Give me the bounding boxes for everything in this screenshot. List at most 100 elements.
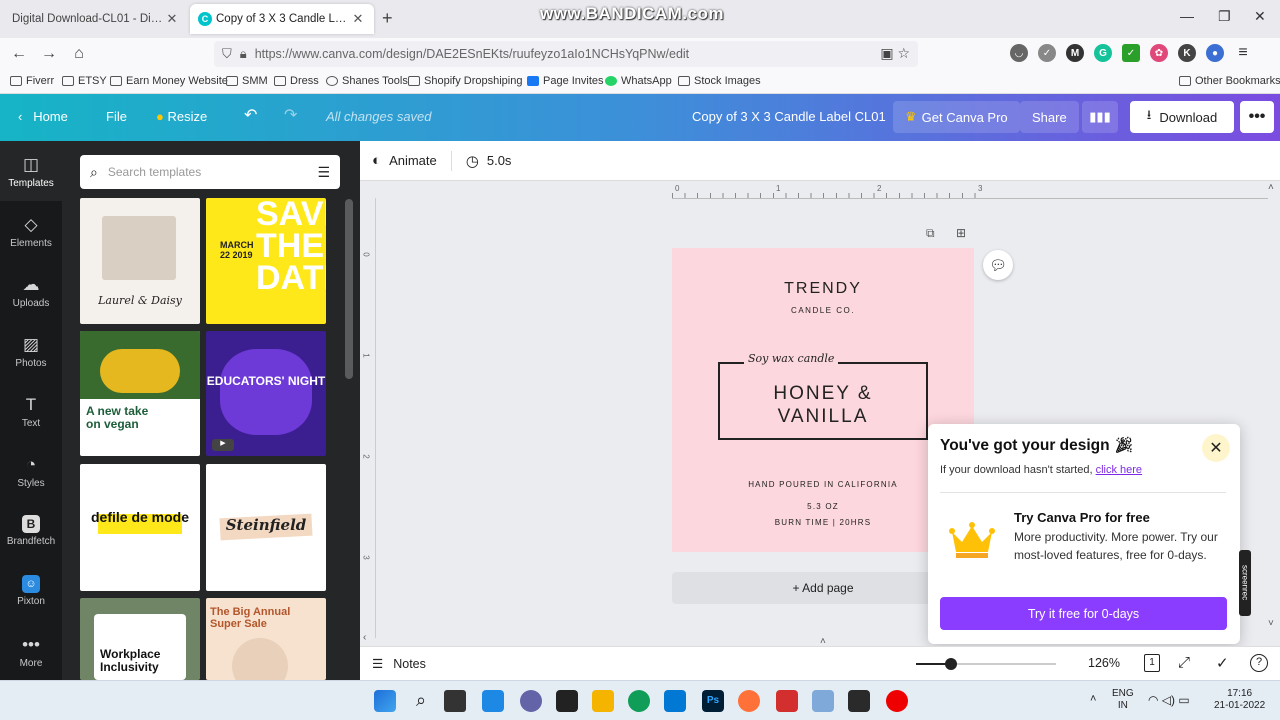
sidebar-item-photos[interactable]: ▨ Photos bbox=[0, 335, 62, 369]
home-icon[interactable]: ⌂ bbox=[64, 45, 94, 63]
m-extension-icon[interactable]: M bbox=[1066, 44, 1084, 62]
add-page-icon[interactable]: ⊞ bbox=[956, 226, 966, 240]
search-icon[interactable]: ⌕ bbox=[410, 690, 432, 712]
bookmark-stock-images[interactable]: Stock Images bbox=[678, 75, 761, 87]
resize-button[interactable]: ● Resize bbox=[156, 109, 207, 124]
template-card-educators-night[interactable]: EDUCATORS' NIGHT ▶ bbox=[206, 331, 326, 456]
check-circle-icon[interactable]: ✓ bbox=[1216, 654, 1229, 672]
redo-icon[interactable]: ↷ bbox=[284, 105, 297, 125]
download-button[interactable]: ⭳ Download bbox=[1130, 101, 1234, 133]
file-explorer-icon[interactable] bbox=[592, 690, 614, 712]
duplicate-page-icon[interactable]: ⧉ bbox=[926, 226, 935, 241]
tray-chevron-icon[interactable]: ˄ bbox=[1090, 693, 1096, 705]
add-comment-icon[interactable]: 💬︎ bbox=[983, 250, 1013, 280]
browser-tab-1[interactable]: Digital Download-CL01 - Digital Do ✕ bbox=[0, 4, 188, 34]
click-here-link[interactable]: click here bbox=[1096, 464, 1142, 476]
check-circle-icon[interactable]: ✓ bbox=[1038, 44, 1056, 62]
new-tab-icon[interactable]: + bbox=[382, 8, 393, 29]
screenrec-badge[interactable]: screenrec bbox=[1239, 550, 1251, 616]
k-extension-icon[interactable]: K bbox=[1178, 44, 1196, 62]
bookmark-smm[interactable]: SMM bbox=[226, 75, 268, 87]
more-options-button[interactable]: ••• bbox=[1240, 101, 1274, 133]
duration-button[interactable]: ◷ 5.0s bbox=[466, 152, 512, 170]
share-button[interactable]: Share bbox=[1020, 101, 1079, 133]
template-card-steinfield[interactable]: Steinfield bbox=[206, 464, 326, 591]
bookmark-dress[interactable]: Dress bbox=[274, 75, 319, 87]
photoshop-icon[interactable]: Ps bbox=[702, 690, 724, 712]
color-wheel-icon[interactable]: ✿ bbox=[1150, 44, 1168, 62]
close-icon[interactable]: ✕ bbox=[350, 11, 366, 27]
sidebar-item-uploads[interactable]: ☁ Uploads bbox=[0, 275, 62, 309]
scroll-left-icon[interactable]: ‹ bbox=[363, 632, 366, 643]
bookmark-shopify[interactable]: Shopify Dropshiping bbox=[408, 75, 522, 87]
bookmark-page-invites[interactable]: Page Invites bbox=[527, 75, 604, 87]
brand-subtitle[interactable]: CANDLE CO. bbox=[672, 306, 974, 315]
camera-extension-icon[interactable]: ● bbox=[1206, 44, 1224, 62]
scent-name[interactable]: HONEY & VANILLA bbox=[720, 382, 926, 428]
notepad-icon[interactable] bbox=[812, 690, 834, 712]
get-canva-pro-button[interactable]: ♛ Get Canva Pro bbox=[893, 101, 1020, 133]
restore-icon[interactable]: ❐ bbox=[1218, 8, 1231, 25]
page-count-button[interactable]: 1 bbox=[1144, 654, 1160, 672]
search-templates-input[interactable]: ⌕ Search templates ☰ bbox=[80, 155, 340, 189]
template-card-laurel-daisy[interactable]: Laurel & Daisy bbox=[80, 198, 200, 324]
store-icon[interactable] bbox=[664, 690, 686, 712]
back-icon[interactable]: ← bbox=[4, 45, 34, 63]
minimize-icon[interactable]: — bbox=[1180, 8, 1194, 24]
bookmark-etsy[interactable]: ETSY bbox=[62, 75, 107, 87]
template-card-workplace[interactable]: Workplace Inclusivity bbox=[80, 598, 200, 680]
scent-frame[interactable]: Soy wax candle HONEY & VANILLA bbox=[718, 352, 928, 440]
filter-icon[interactable]: ☰ bbox=[317, 164, 330, 181]
notes-button[interactable]: ☰ Notes bbox=[372, 656, 426, 672]
brand-name[interactable]: TRENDY bbox=[672, 280, 974, 298]
checklist-app-icon[interactable] bbox=[848, 690, 870, 712]
forward-icon[interactable]: → bbox=[34, 45, 64, 63]
checkbox-extension-icon[interactable]: ✓ bbox=[1122, 44, 1140, 62]
file-menu[interactable]: File bbox=[106, 109, 127, 124]
home-button[interactable]: ‹ Home bbox=[18, 109, 68, 124]
help-icon[interactable]: ? bbox=[1250, 654, 1268, 672]
menu-icon[interactable]: ≡ bbox=[1234, 44, 1252, 62]
close-icon[interactable]: ✕ bbox=[1202, 434, 1230, 462]
address-bar[interactable]: ⛉ 🔒︎ https://www.canva.com/design/DAE2ES… bbox=[214, 41, 918, 67]
pocket-icon[interactable]: ◡ bbox=[1010, 44, 1028, 62]
script-tagline[interactable]: Soy wax candle bbox=[744, 352, 839, 365]
task-view-icon[interactable] bbox=[444, 690, 466, 712]
sidebar-item-more[interactable]: ••• More bbox=[0, 635, 62, 669]
undo-icon[interactable]: ↶ bbox=[244, 105, 257, 125]
firefox-icon[interactable] bbox=[738, 690, 760, 712]
scroll-down-icon[interactable]: ˅ bbox=[1268, 618, 1274, 629]
panel-scrollbar-thumb[interactable] bbox=[345, 199, 353, 379]
document-title[interactable]: Copy of 3 X 3 Candle Label CL01 bbox=[692, 109, 886, 124]
acrobat-icon[interactable] bbox=[776, 690, 798, 712]
bookmark-fiverr[interactable]: Fiverr bbox=[10, 75, 54, 87]
start-icon[interactable] bbox=[374, 690, 396, 712]
sidebar-item-pixton[interactable]: ☺ Pixton bbox=[0, 575, 62, 607]
zoom-slider[interactable] bbox=[916, 658, 1056, 670]
other-bookmarks[interactable]: Other Bookmarks bbox=[1179, 75, 1280, 87]
bookmark-whatsapp[interactable]: WhatsApp bbox=[605, 75, 672, 87]
zoom-slider-knob[interactable] bbox=[945, 658, 957, 670]
fullscreen-icon[interactable]: ⤢ bbox=[1178, 654, 1190, 671]
widgets-icon[interactable] bbox=[482, 690, 504, 712]
bookmark-star-icon[interactable]: ▣ ☆ bbox=[880, 45, 910, 62]
snip-icon[interactable] bbox=[556, 690, 578, 712]
edge-icon[interactable] bbox=[628, 690, 650, 712]
animate-button[interactable]: ◐ Animate bbox=[372, 152, 437, 169]
zoom-level[interactable]: 126% bbox=[1088, 656, 1120, 670]
bookmark-earn-money[interactable]: Earn Money Website bbox=[110, 75, 228, 87]
record-icon[interactable] bbox=[886, 690, 908, 712]
try-pro-button[interactable]: Try it free for 0-days bbox=[940, 597, 1227, 630]
template-card-defile[interactable]: defile de mode bbox=[80, 464, 200, 591]
browser-tab-2[interactable]: C Copy of 3 X 3 Candle Label CL0 ✕ bbox=[190, 4, 374, 34]
grammarly-icon[interactable]: G bbox=[1094, 44, 1112, 62]
bookmark-shanes-tools[interactable]: Shanes Tools bbox=[326, 75, 408, 87]
template-card-vegan[interactable]: A new take on vegan bbox=[80, 331, 200, 456]
sidebar-item-elements[interactable]: ◇ Elements bbox=[0, 215, 62, 249]
close-icon[interactable]: ✕ bbox=[164, 11, 180, 27]
sidebar-item-templates[interactable]: ◫ Templates bbox=[0, 141, 62, 201]
scroll-up-icon[interactable]: ˄ bbox=[1268, 182, 1274, 193]
template-card-save-the-date[interactable]: SAVE THE DATE MARCH 22 2019 bbox=[206, 198, 326, 324]
sidebar-item-styles[interactable]: ◔ Styles bbox=[0, 455, 62, 489]
template-card-super-sale[interactable]: The Big Annual Super Sale bbox=[206, 598, 326, 680]
